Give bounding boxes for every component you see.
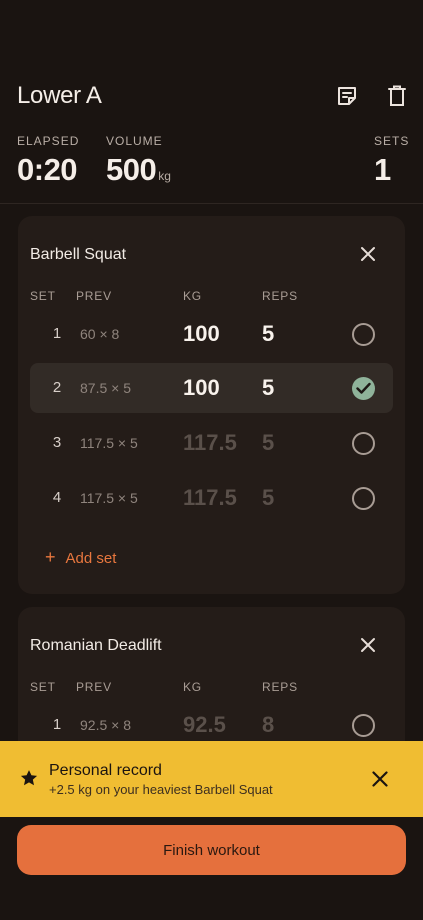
complete-set-checkbox[interactable] xyxy=(352,377,375,400)
set-row: 2 87.5 × 5 100 5 xyxy=(30,363,393,413)
reps-input[interactable]: 5 xyxy=(262,375,274,401)
elapsed-label: ELAPSED xyxy=(17,134,80,148)
trash-icon[interactable] xyxy=(385,84,409,108)
previous-value: 60 × 8 xyxy=(80,326,120,342)
close-icon[interactable] xyxy=(358,635,378,655)
star-icon xyxy=(20,770,38,786)
complete-set-checkbox[interactable] xyxy=(352,432,375,455)
col-head-reps: REPS xyxy=(262,289,298,303)
reps-input[interactable]: 5 xyxy=(262,485,274,511)
previous-value: 117.5 × 5 xyxy=(80,490,138,506)
notes-icon[interactable] xyxy=(335,84,359,108)
sets-label: SETS xyxy=(374,134,410,148)
kg-input[interactable]: 92.5 xyxy=(183,712,226,738)
exercise-name: Barbell Squat xyxy=(30,246,127,263)
previous-value: 87.5 × 5 xyxy=(80,380,131,396)
workout-title: Lower A xyxy=(17,82,102,109)
plus-icon: + xyxy=(45,547,56,567)
exercise-card-barbell-squat: Barbell Squat SET PREV KG REPS 1 60 × 8 … xyxy=(18,216,405,594)
close-icon[interactable] xyxy=(358,244,378,264)
complete-set-checkbox[interactable] xyxy=(352,714,375,737)
finish-workout-button[interactable]: Finish workout xyxy=(17,825,406,875)
complete-set-checkbox[interactable] xyxy=(352,323,375,346)
elapsed-value: 0:20 xyxy=(17,152,78,187)
previous-value: 92.5 × 8 xyxy=(80,717,131,733)
volume-value: 500 xyxy=(106,152,157,187)
volume-label: VOLUME xyxy=(106,134,163,148)
col-head-kg: KG xyxy=(183,289,202,303)
reps-input[interactable]: 8 xyxy=(262,712,274,738)
set-number: 2 xyxy=(52,379,62,396)
set-row: 1 60 × 8 100 5 xyxy=(30,309,393,359)
col-head-kg: KG xyxy=(183,680,202,694)
previous-value: 117.5 × 5 xyxy=(80,435,138,451)
set-number: 4 xyxy=(52,489,62,506)
set-number: 1 xyxy=(52,325,62,342)
kg-input[interactable]: 100 xyxy=(183,375,220,401)
close-icon[interactable] xyxy=(370,769,390,789)
toast-title: Personal record xyxy=(49,762,162,779)
set-row: 3 117.5 × 5 117.5 5 xyxy=(30,418,393,468)
set-row: 4 117.5 × 5 117.5 5 xyxy=(30,473,393,523)
col-head-reps: REPS xyxy=(262,680,298,694)
kg-input[interactable]: 100 xyxy=(183,321,220,347)
exercise-name: Romanian Deadlift xyxy=(30,637,162,654)
reps-input[interactable]: 5 xyxy=(262,321,274,347)
workout-header: Lower A ELAPSED 0:20 VOLUME 500 kg SETS 1 xyxy=(0,0,423,204)
volume-stat: 500 kg xyxy=(106,152,171,188)
header-divider xyxy=(0,203,423,204)
set-number: 1 xyxy=(52,716,62,733)
volume-unit: kg xyxy=(158,169,171,183)
reps-input[interactable]: 5 xyxy=(262,430,274,456)
kg-input[interactable]: 117.5 xyxy=(183,485,237,511)
col-head-prev: PREV xyxy=(76,680,112,694)
add-set-label: Add set xyxy=(65,550,117,567)
col-head-set: SET xyxy=(30,289,56,303)
col-head-set: SET xyxy=(30,680,56,694)
check-icon xyxy=(356,382,371,394)
bottom-bar: Finish workout xyxy=(0,817,423,920)
set-number: 3 xyxy=(52,434,62,451)
toast-message: +2.5 kg on your heaviest Barbell Squat xyxy=(49,782,273,797)
add-set-button[interactable]: + Add set xyxy=(45,547,116,568)
sets-value: 1 xyxy=(374,152,391,187)
col-head-prev: PREV xyxy=(76,289,112,303)
kg-input[interactable]: 117.5 xyxy=(183,430,237,456)
complete-set-checkbox[interactable] xyxy=(352,487,375,510)
personal-record-toast: Personal record +2.5 kg on your heaviest… xyxy=(0,741,423,817)
